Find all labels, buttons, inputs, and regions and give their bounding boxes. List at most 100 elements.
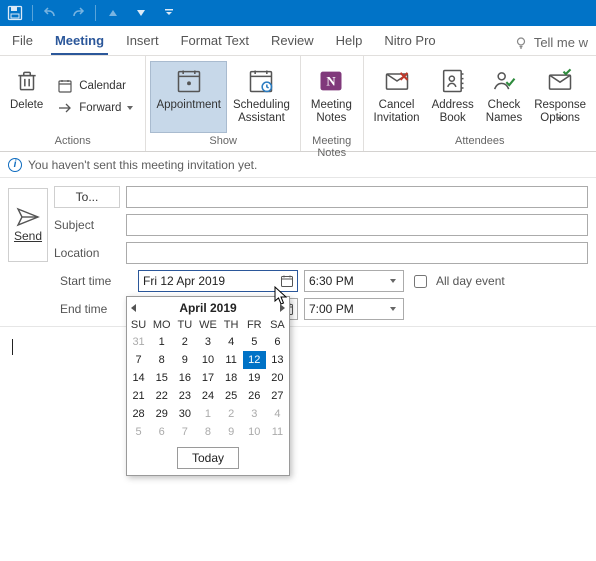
calendar-button[interactable]: Calendar [53,76,137,96]
datepicker-day[interactable]: 23 [173,387,196,405]
ribbon: Delete Calendar Forward Actions [0,56,596,152]
start-date-combo[interactable]: Fri 12 Apr 2019 [138,270,298,292]
datepicker-day[interactable]: 13 [266,351,289,369]
meeting-notes-button[interactable]: N Meeting Notes [305,61,358,133]
datepicker-day[interactable]: 7 [127,351,150,369]
all-day-input[interactable] [414,275,427,288]
body-editor[interactable] [0,326,596,556]
datepicker-title: April 2019 [179,301,236,315]
scheduling-assistant-button[interactable]: Scheduling Assistant [227,61,296,133]
subject-field[interactable] [126,214,588,236]
delete-label: Delete [10,99,43,112]
all-day-checkbox[interactable]: All day event [410,272,588,291]
tell-me-search[interactable]: Tell me w [514,35,588,55]
datepicker-next-month[interactable] [280,304,285,312]
datepicker-day[interactable]: 21 [127,387,150,405]
group-attendees-label: Attendees [364,135,596,151]
datepicker-day[interactable]: 3 [196,333,219,351]
datepicker-day[interactable]: 3 [243,405,266,423]
datepicker-prev-month[interactable] [131,304,136,312]
datepicker-day[interactable]: 28 [127,405,150,423]
datepicker-day[interactable]: 25 [220,387,243,405]
undo-button[interactable] [39,2,61,24]
delete-button[interactable]: Delete [4,61,49,133]
tell-me-label: Tell me w [534,35,588,50]
datepicker-day[interactable]: 6 [150,423,173,441]
info-bar: i You haven't sent this meeting invitati… [0,152,596,178]
tab-insert[interactable]: Insert [122,27,163,55]
tab-nitro[interactable]: Nitro Pro [380,27,439,55]
tab-meeting[interactable]: Meeting [51,27,108,55]
datepicker-day[interactable]: 16 [173,369,196,387]
datepicker-day[interactable]: 1 [196,405,219,423]
datepicker-day[interactable]: 26 [243,387,266,405]
datepicker-day[interactable]: 19 [243,369,266,387]
datepicker-day[interactable]: 18 [220,369,243,387]
cancel-invitation-button[interactable]: Cancel Invitation [368,61,426,133]
qat-customize-button[interactable] [158,2,180,24]
datepicker-day[interactable]: 4 [266,405,289,423]
datepicker-day[interactable]: 30 [173,405,196,423]
send-button[interactable]: Send [8,188,48,262]
ribbon-tabs: File Meeting Insert Format Text Review H… [0,26,596,56]
datepicker-day[interactable]: 10 [243,423,266,441]
prev-item-button[interactable] [102,2,124,24]
datepicker-day[interactable]: 2 [173,333,196,351]
datepicker-today-button[interactable]: Today [177,447,239,469]
datepicker-day[interactable]: 31 [127,333,150,351]
datepicker-day[interactable]: 14 [127,369,150,387]
forward-button[interactable]: Forward [53,98,137,118]
tab-format-text[interactable]: Format Text [177,27,253,55]
to-field[interactable] [126,186,588,208]
end-time-value: 7:00 PM [309,302,354,316]
datepicker-dow: WE [196,317,219,333]
calendar-label: Calendar [79,80,126,92]
location-field[interactable] [126,242,588,264]
datepicker-day[interactable]: 17 [196,369,219,387]
datepicker-day[interactable]: 2 [220,405,243,423]
meeting-form: Send To... Subject Location [0,178,596,268]
datepicker-day[interactable]: 8 [150,351,173,369]
tab-file[interactable]: File [8,27,37,55]
to-button[interactable]: To... [54,186,120,208]
datepicker-day[interactable]: 6 [266,333,289,351]
datepicker-day[interactable]: 5 [127,423,150,441]
start-time-combo[interactable]: 6:30 PM [304,270,404,292]
trash-icon [11,65,43,97]
datepicker-day[interactable]: 27 [266,387,289,405]
datepicker-day[interactable]: 20 [266,369,289,387]
tab-review[interactable]: Review [267,27,318,55]
info-icon: i [8,158,22,172]
datepicker-day[interactable]: 29 [150,405,173,423]
datepicker-day[interactable]: 15 [150,369,173,387]
datepicker-day[interactable]: 12 [243,351,266,369]
datepicker-day[interactable]: 24 [196,387,219,405]
address-book-button[interactable]: Address Book [426,61,480,133]
datepicker-day[interactable]: 9 [220,423,243,441]
datepicker-dow: SA [266,317,289,333]
datepicker-day[interactable]: 1 [150,333,173,351]
appointment-button[interactable]: Appointment [150,61,227,133]
chevron-down-icon[interactable] [385,272,401,290]
end-time-combo[interactable]: 7:00 PM [304,298,404,320]
check-names-button[interactable]: Check Names [480,61,528,133]
next-item-button[interactable] [130,2,152,24]
subject-label: Subject [54,218,126,232]
datepicker-day[interactable]: 4 [220,333,243,351]
datepicker-day[interactable]: 9 [173,351,196,369]
response-options-button[interactable]: Response Options [528,61,592,133]
datepicker-day[interactable]: 22 [150,387,173,405]
tab-help[interactable]: Help [332,27,367,55]
redo-button[interactable] [67,2,89,24]
datepicker-day[interactable]: 11 [266,423,289,441]
appointment-icon [173,65,205,97]
datepicker-day[interactable]: 10 [196,351,219,369]
calendar-drop-icon[interactable] [279,272,295,290]
start-time-value: 6:30 PM [309,274,354,288]
save-button[interactable] [4,2,26,24]
datepicker-day[interactable]: 7 [173,423,196,441]
datepicker-day[interactable]: 11 [220,351,243,369]
datepicker-day[interactable]: 8 [196,423,219,441]
datepicker-day[interactable]: 5 [243,333,266,351]
chevron-down-icon[interactable] [385,300,401,318]
